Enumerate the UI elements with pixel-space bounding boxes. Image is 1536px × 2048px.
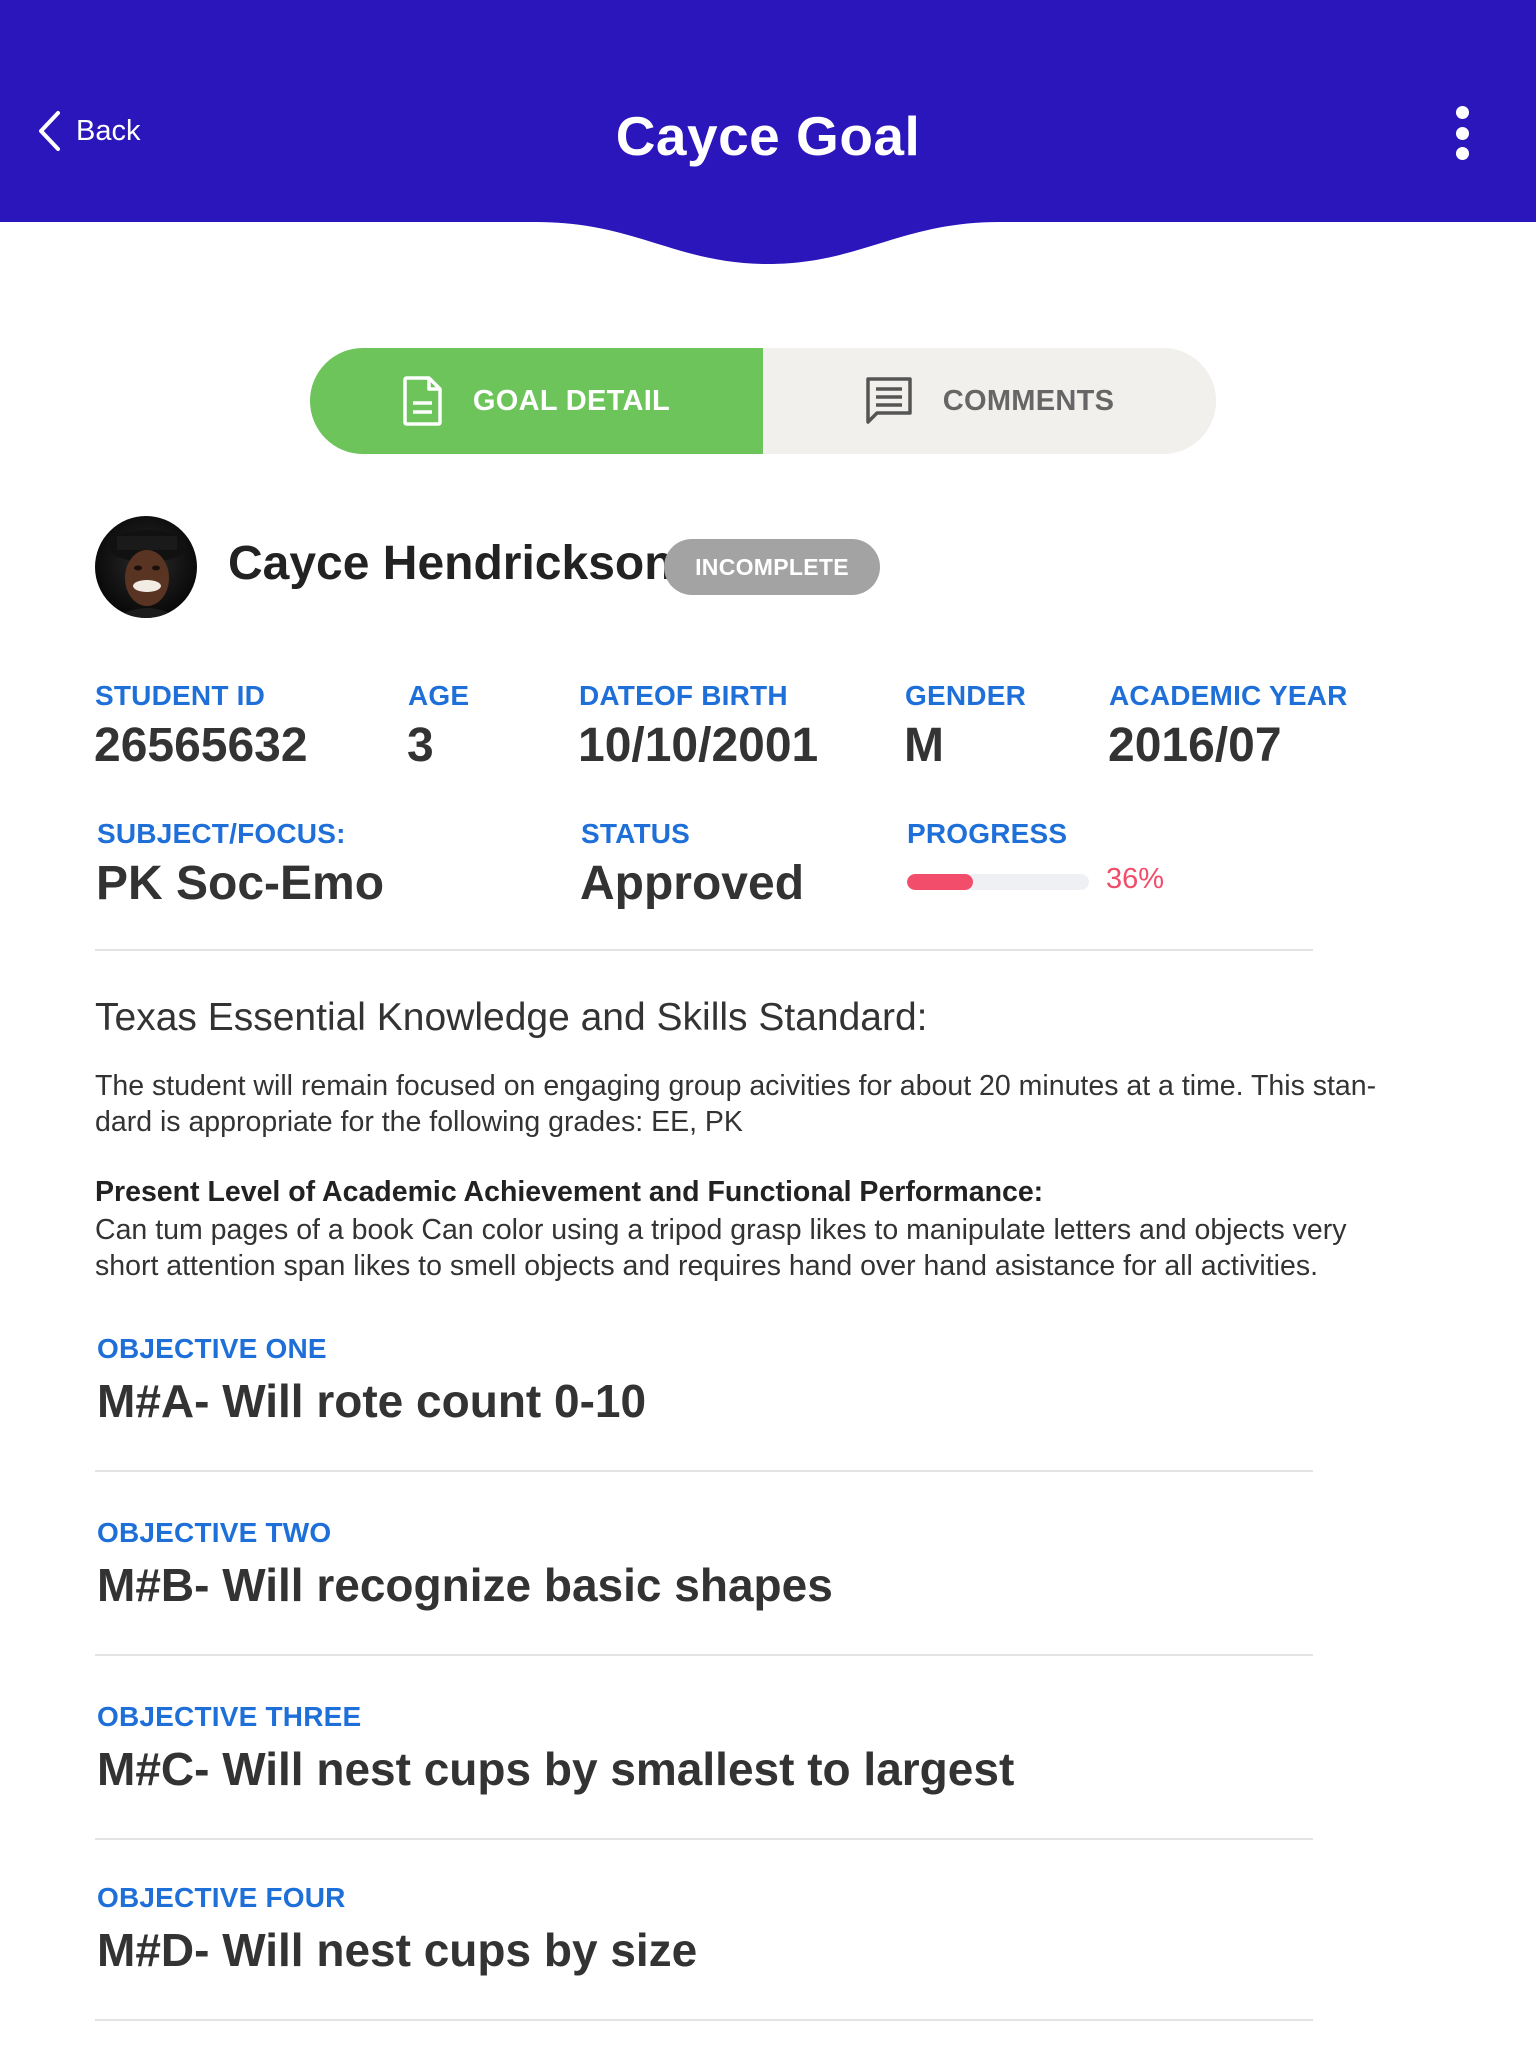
divider [95,949,1313,951]
status-badge: INCOMPLETE [664,539,880,595]
page-title: Cayce Goal [615,105,921,167]
student-id-label: STUDENT ID [95,680,265,711]
objective-one-label: OBJECTIVE ONE [97,1333,327,1364]
document-icon [403,376,442,426]
academic-year-label: ACADEMIC YEAR [1109,680,1348,711]
tab-comments[interactable]: COMMENTS [763,348,1216,454]
student-id-value: 26565632 [94,719,308,772]
divider [95,2019,1313,2021]
progress-bar [907,874,1089,890]
standard-description-line: The student will remain focused on engag… [95,1070,1377,1102]
student-name: Cayce Hendrickson [228,537,674,590]
divider [95,1470,1313,1472]
student-photo [95,516,197,618]
more-vertical-icon-dot [1455,147,1469,160]
academic-year-value: 2016/07 [1108,719,1282,772]
gender-value: M [904,719,944,772]
tab-bar: GOAL DETAIL COMMENTS [310,348,1216,454]
more-vertical-icon [1455,106,1469,119]
divider [95,1654,1313,1656]
objective-three-label: OBJECTIVE THREE [97,1701,362,1732]
plaafp-description-line: Can tum pages of a book Can color using … [95,1214,1347,1246]
plaafp-description: Can tum pages of a book Can color using … [95,1212,1455,1284]
tab-comments-label: COMMENTS [942,384,1115,417]
progress-percent: 36% [1106,863,1165,895]
tab-goal-detail[interactable]: GOAL DETAIL [310,348,763,454]
age-value: 3 [407,719,434,772]
plaafp-description-line: short attention span likes to smell obje… [95,1250,1318,1282]
dob-value: 10/10/2001 [578,719,819,772]
plaafp-heading: Present Level of Academic Achievement an… [95,1176,1044,1208]
tab-goal-detail-label: GOAL DETAIL [472,384,671,417]
subject-label: SUBJECT/FOCUS: [97,818,346,849]
standard-description: The student will remain focused on engag… [95,1068,1455,1140]
objective-four-label: OBJECTIVE FOUR [97,1882,346,1913]
comment-icon [865,377,912,424]
age-label: AGE [408,680,470,711]
more-vertical-icon-dot [1455,126,1469,140]
objective-three-text: M#C- Will nest cups by smallest to large… [97,1743,1015,1795]
subject-value: PK Soc-Emo [96,857,385,910]
gender-label: GENDER [905,680,1026,711]
progress-bar-fill [907,874,973,890]
status-value: Approved [580,857,805,910]
dob-label: DATEOF BIRTH [579,680,788,711]
progress-label: PROGRESS [907,818,1068,849]
divider [95,1838,1313,1840]
objective-two-text: M#B- Will recognize basic shapes [97,1559,833,1611]
standard-description-line: dard is appropriate for the following gr… [95,1106,743,1138]
avatar [95,516,197,618]
objective-four-text: M#D- Will nest cups by size [97,1924,698,1976]
objective-one-text: M#A- Will rote count 0-10 [97,1375,647,1427]
app-header: Back Cayce Goal [0,0,1536,270]
standard-heading: Texas Essential Knowledge and Skills Sta… [95,996,928,1039]
goal-detail-screen: Back Cayce Goal GOAL DETAIL COMMENTS Cay… [0,0,1536,2048]
status-label: STATUS [581,818,691,849]
more-options-button[interactable] [1442,100,1482,166]
objective-two-label: OBJECTIVE TWO [97,1517,332,1548]
